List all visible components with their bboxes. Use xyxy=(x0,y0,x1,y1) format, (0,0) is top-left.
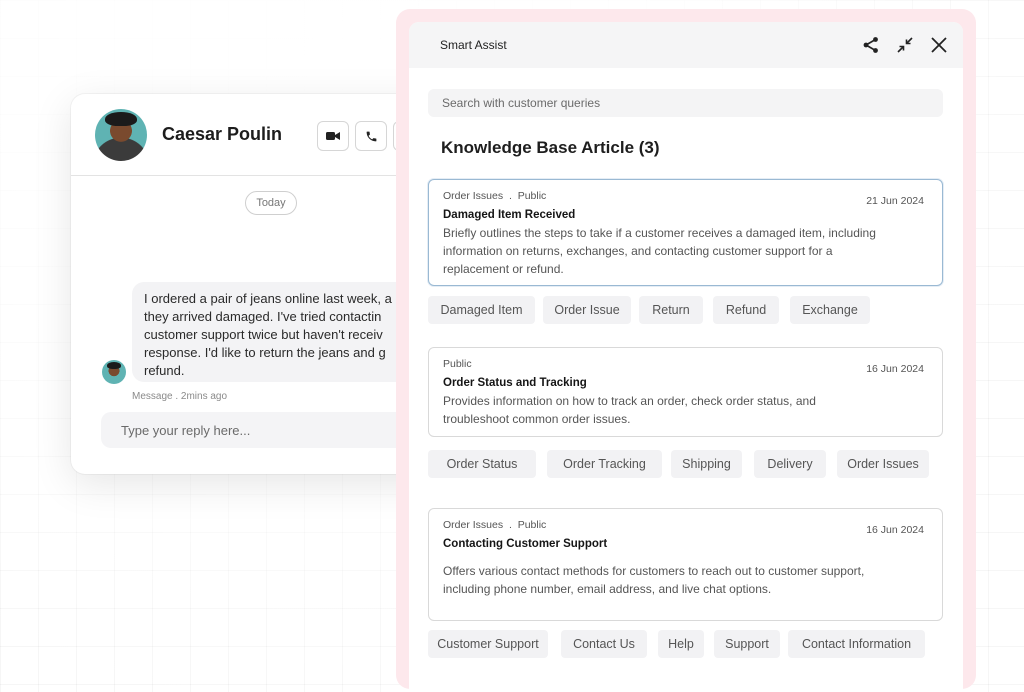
close-button[interactable] xyxy=(928,34,950,56)
message-line: customer support twice but haven't recei… xyxy=(144,327,383,342)
tag-chip[interactable]: Exchange xyxy=(790,296,870,324)
sender-avatar xyxy=(102,360,126,384)
tag-chip[interactable]: Help xyxy=(658,630,704,658)
article-title: Contacting Customer Support xyxy=(443,538,608,550)
tag-chip[interactable]: Order Issue xyxy=(543,296,631,324)
message-line: response. I'd like to return the jeans a… xyxy=(144,345,386,360)
article-meta: Public xyxy=(443,358,472,370)
tag-chip[interactable]: Refund xyxy=(713,296,779,324)
article-date: 16 Jun 2024 xyxy=(866,524,924,536)
message-line: refund. xyxy=(144,363,185,378)
article-meta: Order Issues . Public xyxy=(443,190,547,202)
tag-chip[interactable]: Order Issues xyxy=(837,450,929,478)
description-line: including phone number, email address, a… xyxy=(443,582,772,596)
reply-input[interactable]: Type your reply here... xyxy=(101,412,431,448)
chat-window: Caesar Poulin Today I ordered a pair of … xyxy=(71,94,451,474)
message-line: I ordered a pair of jeans online last we… xyxy=(144,291,392,306)
article-card[interactable]: Order Issues . Public 21 Jun 2024 Damage… xyxy=(428,179,943,286)
smart-assist-panel: Smart Assist Search with customer querie… xyxy=(409,22,963,692)
collapse-arrows-icon xyxy=(897,37,913,53)
date-divider: Today xyxy=(245,191,297,215)
share-icon xyxy=(863,37,878,53)
description-line: Offers various contact methods for custo… xyxy=(443,564,865,578)
article-card[interactable]: Public 16 Jun 2024 Order Status and Trac… xyxy=(428,347,943,437)
tag-chip[interactable]: Support xyxy=(714,630,780,658)
collapse-button[interactable] xyxy=(894,34,916,56)
description-line: information on returns, exchanges, and c… xyxy=(443,244,833,258)
description-line: replacement or refund. xyxy=(443,262,564,276)
message-bubble: I ordered a pair of jeans online last we… xyxy=(132,282,432,382)
article-title: Order Status and Tracking xyxy=(443,377,587,389)
panel-header: Smart Assist xyxy=(409,22,963,68)
tag-chip[interactable]: Order Status xyxy=(428,450,536,478)
share-button[interactable] xyxy=(860,34,882,56)
phone-icon xyxy=(366,131,376,141)
message-line: they arrived damaged. I've tried contact… xyxy=(144,309,382,324)
description-line: Briefly outlines the steps to take if a … xyxy=(443,226,876,240)
article-description: Briefly outlines the steps to take if a … xyxy=(443,224,928,278)
panel-title: Smart Assist xyxy=(440,38,507,52)
search-input[interactable]: Search with customer queries xyxy=(428,89,943,117)
article-title: Damaged Item Received xyxy=(443,209,576,221)
video-camera-icon xyxy=(326,132,340,140)
tag-chip[interactable]: Contact Us xyxy=(561,630,647,658)
article-meta: Order Issues . Public xyxy=(443,519,547,531)
article-card[interactable]: Order Issues . Public 16 Jun 2024 Contac… xyxy=(428,508,943,621)
message-timestamp: Message . 2mins ago xyxy=(132,391,228,402)
description-line: troubleshoot common order issues. xyxy=(443,412,631,426)
article-date: 21 Jun 2024 xyxy=(866,195,924,207)
chat-header: Caesar Poulin xyxy=(71,94,451,176)
phone-call-button[interactable] xyxy=(355,121,387,151)
kb-heading: Knowledge Base Article (3) xyxy=(441,138,660,157)
avatar[interactable] xyxy=(95,108,147,161)
tag-chip[interactable]: Delivery xyxy=(754,450,826,478)
contact-name: Caesar Poulin xyxy=(162,124,283,144)
article-description: Provides information on how to track an … xyxy=(443,392,928,428)
close-icon xyxy=(931,37,947,53)
tag-chip[interactable]: Return xyxy=(639,296,703,324)
tag-chip[interactable]: Damaged Item xyxy=(428,296,535,324)
tag-chip[interactable]: Customer Support xyxy=(428,630,548,658)
description-line: Provides information on how to track an … xyxy=(443,394,816,408)
tag-chip[interactable]: Shipping xyxy=(671,450,742,478)
article-description: Offers various contact methods for custo… xyxy=(443,562,928,598)
tag-chip[interactable]: Contact Information xyxy=(788,630,925,658)
tag-chip[interactable]: Order Tracking xyxy=(547,450,662,478)
video-call-button[interactable] xyxy=(317,121,349,151)
article-date: 16 Jun 2024 xyxy=(866,363,924,375)
